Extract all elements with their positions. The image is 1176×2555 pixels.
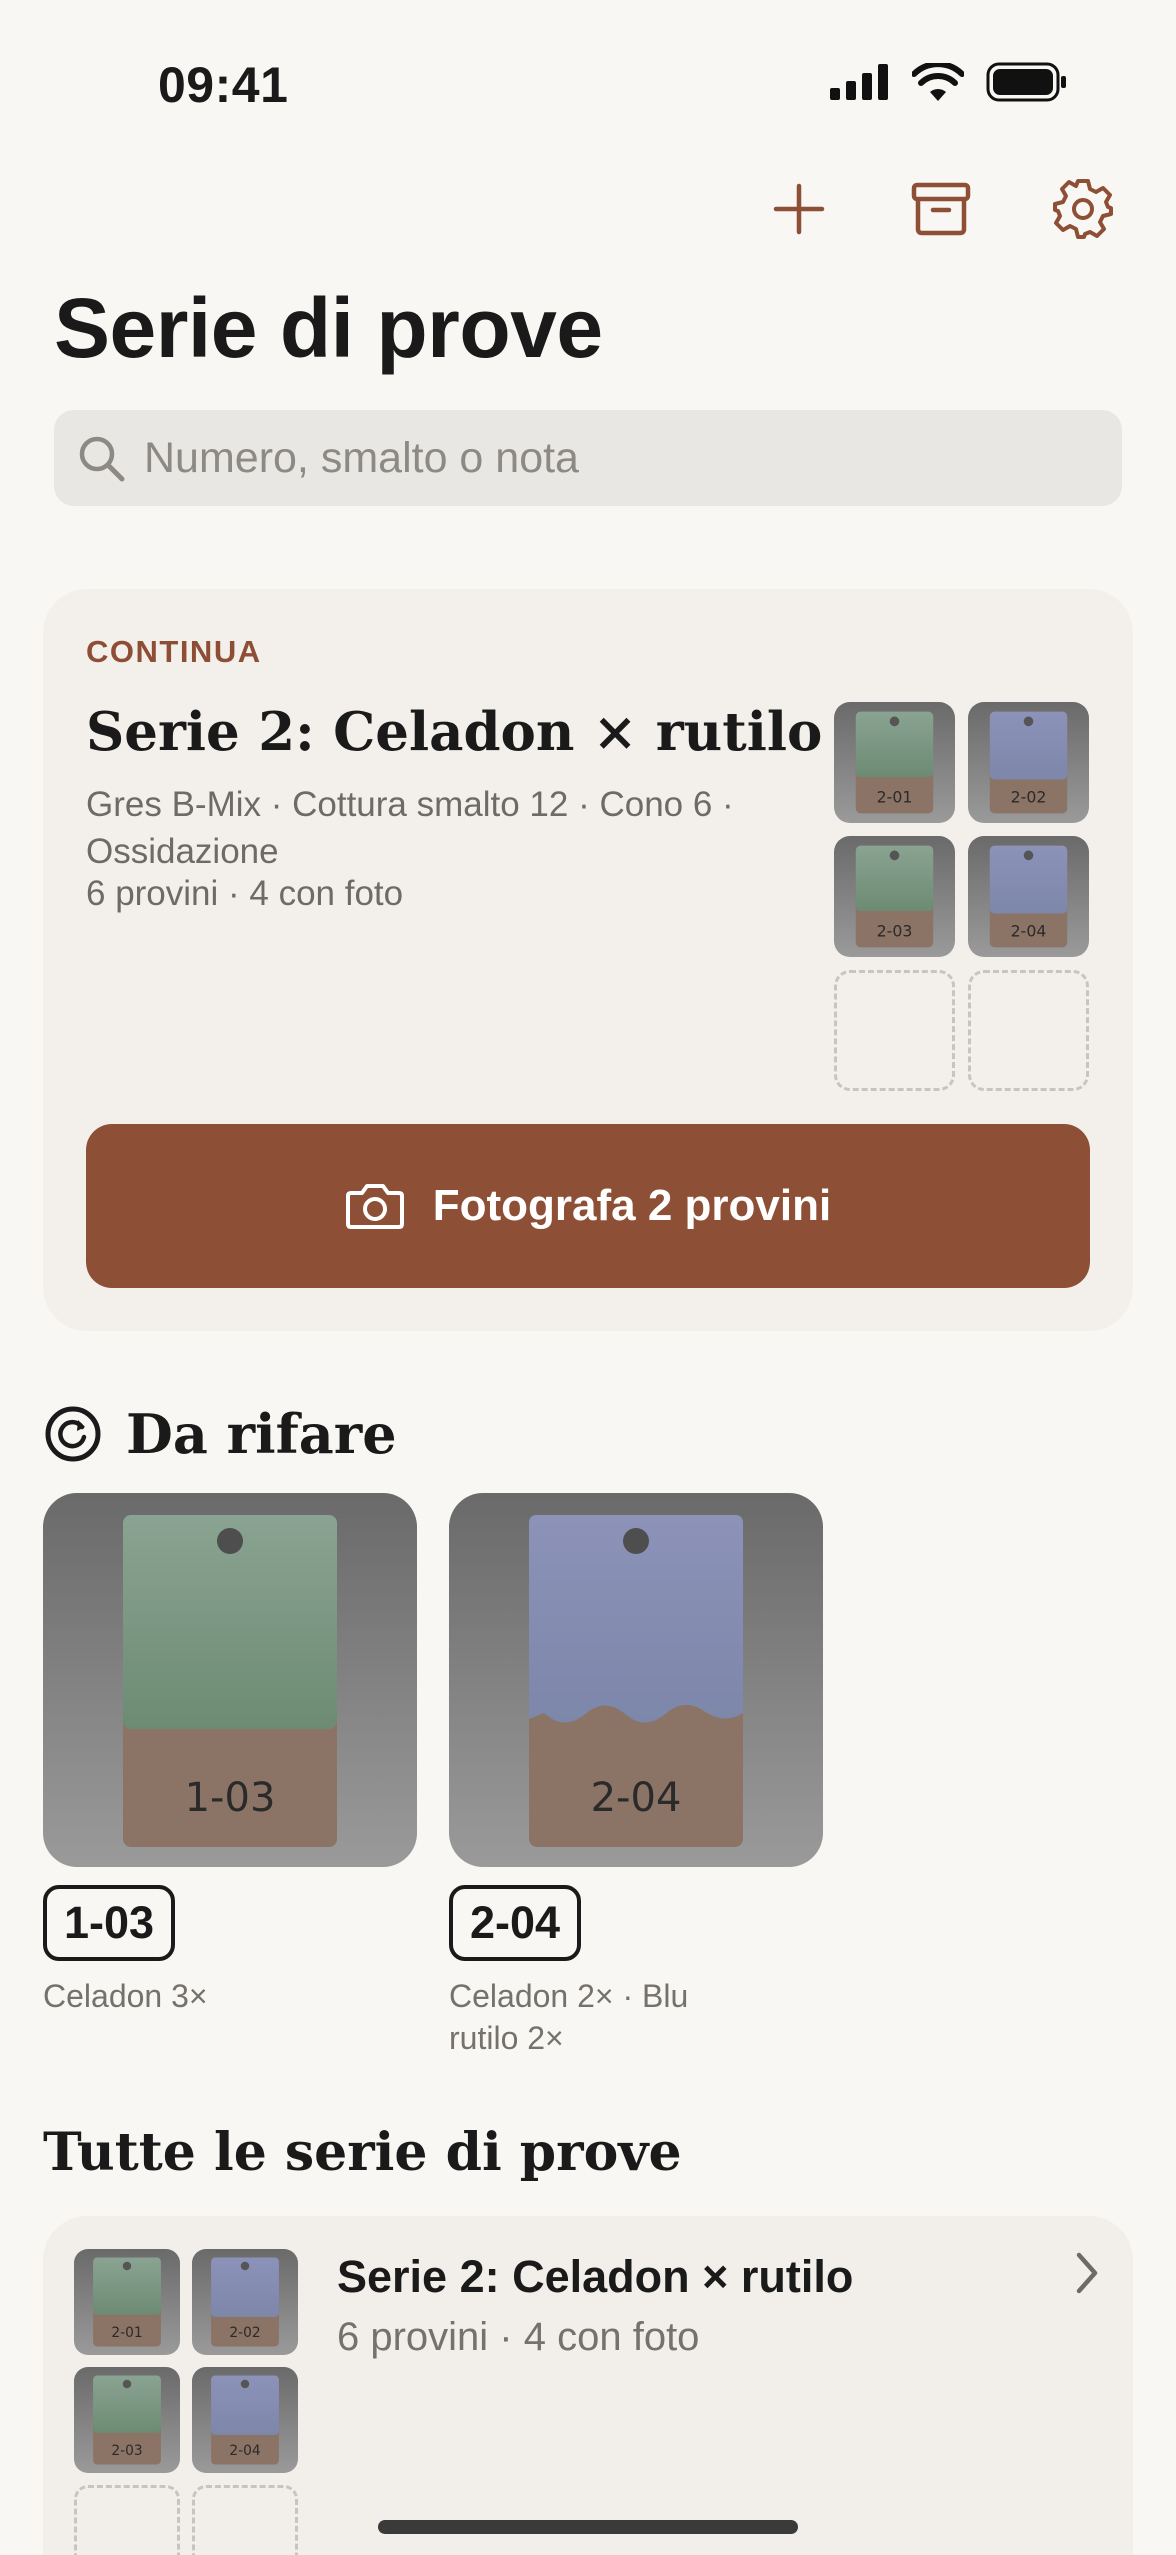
tile-code: 2-04	[1011, 921, 1047, 940]
series-thumbnails: 2-01 2-02 2-03 2-04	[74, 2249, 298, 2555]
tile-code: 2-04	[229, 2443, 260, 2459]
plus-icon	[773, 183, 825, 235]
chevron-right-icon	[1076, 2252, 1098, 2294]
all-series-title: Tutte le serie di prove	[43, 2122, 682, 2183]
tile-thumbnail: 2-04	[192, 2367, 298, 2473]
status-bar: 09:41	[0, 0, 1176, 170]
redo-title: Da rifare	[126, 1402, 397, 1466]
empty-tile-slot	[74, 2485, 180, 2555]
wifi-icon	[912, 63, 964, 101]
tile-thumbnail: 2-01	[834, 702, 955, 823]
search-placeholder: Numero, smalto o nota	[144, 433, 579, 482]
gear-icon	[1053, 179, 1113, 239]
tile-code: 2-01	[877, 787, 913, 806]
search-input[interactable]: Numero, smalto o nota	[54, 410, 1122, 506]
tile-code: 1-03	[185, 1775, 276, 1821]
empty-tile-slot	[834, 970, 955, 1091]
tile-thumbnail: 2-02	[968, 702, 1089, 823]
settings-button[interactable]	[1038, 172, 1128, 246]
empty-tile-slot	[192, 2485, 298, 2555]
continue-label: CONTINUA	[86, 634, 262, 669]
tile-thumbnail: 2-03	[74, 2367, 180, 2473]
redo-icon	[45, 1406, 101, 1462]
continue-thumbnails: 2-01 2-02 2-03 2-04	[834, 702, 1089, 1091]
redo-item[interactable]: 2-04 2-04 Celadon 2× · Blu rutilo 2×	[449, 1493, 823, 2059]
continue-title: Serie 2: Celadon × rutilo	[86, 701, 823, 763]
archive-icon	[911, 182, 971, 236]
tile-code: 2-03	[111, 2443, 142, 2459]
camera-icon	[345, 1184, 404, 1229]
tile-code-badge: 1-03	[43, 1885, 176, 1961]
tile-photo: 1-03	[43, 1493, 417, 1867]
home-indicator[interactable]	[378, 2520, 798, 2534]
tile-thumbnail: 2-04	[968, 836, 1089, 957]
tile-code: 2-03	[877, 921, 913, 940]
tile-code: 2-02	[229, 2325, 260, 2341]
battery-icon	[986, 62, 1066, 102]
tile-code: 2-01	[111, 2325, 142, 2341]
tile-code: 2-04	[591, 1775, 682, 1821]
tile-photo: 2-04	[449, 1493, 823, 1867]
signal-icon	[830, 64, 888, 100]
empty-tile-slot	[968, 970, 1089, 1091]
toolbar	[754, 172, 1128, 246]
add-series-button[interactable]	[754, 172, 844, 246]
status-icons	[830, 62, 1068, 102]
tile-description: Celadon 2× · Blu rutilo 2×	[449, 1978, 689, 2056]
tile-code-badge: 2-04	[449, 1885, 582, 1961]
series-row[interactable]: 2-01 2-02 2-03 2-04 Serie 2: Celadon × r…	[43, 2216, 1133, 2555]
redo-item[interactable]: 1-03 1-03 Celadon 3×	[43, 1493, 417, 2017]
tile-code: 2-02	[1011, 787, 1047, 806]
photograph-button[interactable]: Fotografa 2 provini	[86, 1124, 1090, 1288]
tile-thumbnail: 2-02	[192, 2249, 298, 2355]
page-title: Serie di prove	[54, 281, 603, 375]
tile-thumbnail: 2-01	[74, 2249, 180, 2355]
search-icon	[79, 436, 125, 482]
series-meta: 6 provini · 4 con foto	[337, 2315, 700, 2359]
continue-meta: Gres B-Mix · Cottura smalto 12 · Cono 6 …	[86, 785, 734, 871]
archive-button[interactable]	[896, 172, 986, 246]
tile-description: Celadon 3×	[43, 1978, 208, 2014]
tile-thumbnail: 2-03	[834, 836, 955, 957]
continue-card[interactable]: CONTINUA Serie 2: Celadon × rutilo Gres …	[43, 589, 1133, 1331]
continue-count: 6 provini · 4 con foto	[86, 874, 404, 913]
series-title: Serie 2: Celadon × rutilo	[337, 2251, 854, 2302]
photograph-button-label: Fotografa 2 provini	[432, 1181, 832, 1230]
redo-section-header: Da rifare	[44, 1402, 397, 1466]
status-time: 09:41	[158, 57, 289, 113]
